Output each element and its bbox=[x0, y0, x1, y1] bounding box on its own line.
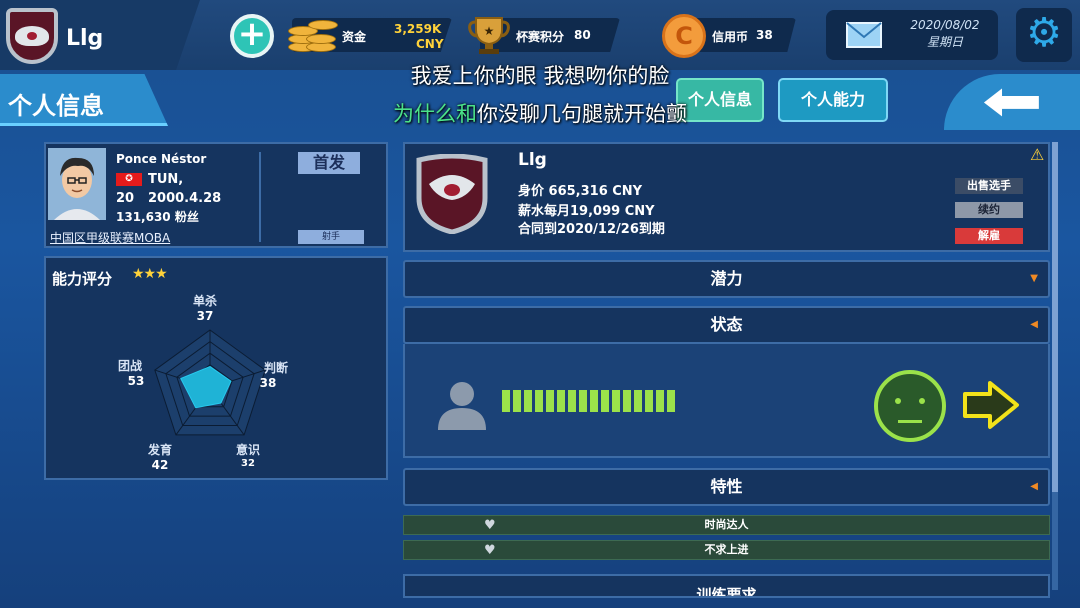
svg-text:★: ★ bbox=[484, 24, 495, 38]
radar-value-kill: 37 bbox=[196, 309, 214, 323]
radar-value-teamfight: 53 bbox=[127, 374, 145, 388]
subtitle-line-1: 我爱上你的眼 我想吻你的脸 bbox=[410, 64, 670, 88]
radar-label-judgement: 判断 bbox=[263, 361, 288, 375]
cup-points-label: 杯赛积分 bbox=[516, 30, 565, 44]
mood-eye-right bbox=[919, 398, 925, 404]
contract-team-name: Llg bbox=[518, 150, 547, 170]
energy-bar bbox=[502, 390, 675, 412]
trend-arrow-icon bbox=[963, 381, 1019, 429]
mood-eye-left bbox=[895, 398, 901, 404]
player-market-value: 身价 665,316 CNY bbox=[518, 184, 643, 199]
neutral-mood-icon bbox=[874, 370, 946, 442]
coins-icon bbox=[286, 14, 338, 56]
radar-label-teamfight: 团战 bbox=[117, 359, 142, 373]
fire-player-button[interactable]: 解雇 bbox=[955, 228, 1023, 244]
weekday-text: 星期日 bbox=[926, 35, 963, 49]
radar-value-awareness: 32 bbox=[241, 458, 255, 469]
scrollbar-thumb[interactable] bbox=[1052, 142, 1058, 492]
energy-segment bbox=[524, 390, 532, 412]
funds-unit: CNY bbox=[416, 37, 444, 51]
team-shield-icon bbox=[416, 154, 488, 234]
collapse-left-icon: ◀ bbox=[1030, 481, 1038, 492]
heart-icon: ♥ bbox=[484, 518, 496, 533]
radar-value-farming: 42 bbox=[151, 458, 169, 472]
energy-segment bbox=[612, 390, 620, 412]
energy-segment bbox=[667, 390, 675, 412]
section-status-label: 状态 bbox=[710, 315, 743, 334]
contract-panel bbox=[403, 142, 1050, 252]
collapse-left-icon: ◀ bbox=[1030, 319, 1038, 330]
energy-segment bbox=[568, 390, 576, 412]
trait-row[interactable]: ♥ 不求上进 bbox=[403, 540, 1050, 560]
section-potential-label: 潜力 bbox=[710, 269, 743, 288]
energy-segment bbox=[634, 390, 642, 412]
player-fans: 131,630 粉丝 bbox=[116, 210, 199, 224]
player-age: 20 bbox=[116, 191, 135, 206]
subtitle-highlight: 为什么和 bbox=[393, 102, 477, 126]
league-link[interactable]: 中国区甲级联赛MOBA bbox=[50, 229, 170, 246]
team-logo-icon bbox=[6, 8, 58, 64]
mail-icon[interactable] bbox=[846, 22, 882, 48]
energy-segment bbox=[557, 390, 565, 412]
section-potential[interactable]: 潜力 ▼ bbox=[403, 260, 1050, 298]
person-silhouette-icon bbox=[438, 382, 486, 430]
trophy-icon: ★ bbox=[468, 17, 510, 54]
funds-value: 3,259K bbox=[394, 22, 442, 36]
expand-down-icon: ▼ bbox=[1030, 273, 1038, 284]
radar-label-awareness: 意识 bbox=[235, 443, 260, 457]
add-funds-button[interactable]: + bbox=[230, 14, 274, 58]
mood-mouth bbox=[898, 420, 922, 423]
ability-title: 能力评分 bbox=[52, 270, 113, 288]
player-salary: 薪水每月19,099 CNY bbox=[518, 204, 655, 219]
status-body bbox=[403, 344, 1050, 458]
card-divider bbox=[259, 152, 261, 242]
role-badge: 射手 bbox=[298, 230, 364, 244]
renew-contract-button[interactable]: 续约 bbox=[955, 202, 1023, 218]
team-name: Llg bbox=[66, 26, 104, 51]
player-avatar bbox=[48, 148, 106, 220]
credits-value: 38 bbox=[756, 28, 773, 42]
funds-label: 资金 bbox=[342, 30, 367, 44]
settings-gear-button[interactable]: ⚙ bbox=[1016, 8, 1072, 62]
energy-segment bbox=[601, 390, 609, 412]
energy-segment bbox=[502, 390, 510, 412]
radar-value-judgement: 38 bbox=[259, 376, 277, 390]
trait-label: 时尚达人 bbox=[704, 518, 749, 531]
date-text: 2020/08/02 bbox=[910, 18, 980, 32]
energy-segment bbox=[590, 390, 598, 412]
energy-segment bbox=[513, 390, 521, 412]
energy-segment bbox=[645, 390, 653, 412]
radar-label-farming: 发育 bbox=[147, 443, 172, 457]
cup-points-value: 80 bbox=[574, 28, 591, 42]
energy-segment bbox=[656, 390, 664, 412]
section-traits-label: 特性 bbox=[710, 477, 743, 496]
section-next-label: 训练要求 bbox=[696, 586, 757, 598]
player-name: Ponce Néstor bbox=[116, 152, 207, 166]
energy-segment bbox=[535, 390, 543, 412]
credit-coin-icon: C bbox=[662, 14, 706, 58]
sell-player-button[interactable]: 出售选手 bbox=[955, 178, 1023, 194]
trait-label: 不求上进 bbox=[704, 543, 749, 556]
section-traits[interactable]: 特性 ◀ bbox=[403, 468, 1050, 506]
heart-icon: ♥ bbox=[484, 543, 496, 558]
credits-label: 信用币 bbox=[712, 30, 749, 44]
starter-badge[interactable]: 首发 bbox=[298, 152, 360, 174]
section-status[interactable]: 状态 ◀ bbox=[403, 306, 1050, 344]
star-rating-icon: ★★★ bbox=[132, 266, 168, 282]
warning-icon[interactable]: ⚠ bbox=[1030, 145, 1050, 164]
contract-expiry: 合同到2020/12/26到期 bbox=[518, 222, 665, 237]
player-country: TUN, bbox=[148, 172, 184, 187]
subtitle-line-2: 为什么和你没聊几句腿就开始颤 bbox=[0, 98, 1080, 128]
section-next[interactable]: 训练要求 bbox=[403, 574, 1050, 598]
energy-segment bbox=[546, 390, 554, 412]
subtitle-rest: 你没聊几句腿就开始颤 bbox=[477, 102, 687, 126]
radar-label-kill: 单杀 bbox=[192, 294, 217, 308]
country-flag-icon: ✪ bbox=[116, 173, 142, 186]
player-birthdate: 2000.4.28 bbox=[148, 191, 222, 206]
trait-row[interactable]: ♥ 时尚达人 bbox=[403, 515, 1050, 535]
energy-segment bbox=[579, 390, 587, 412]
energy-segment bbox=[623, 390, 631, 412]
